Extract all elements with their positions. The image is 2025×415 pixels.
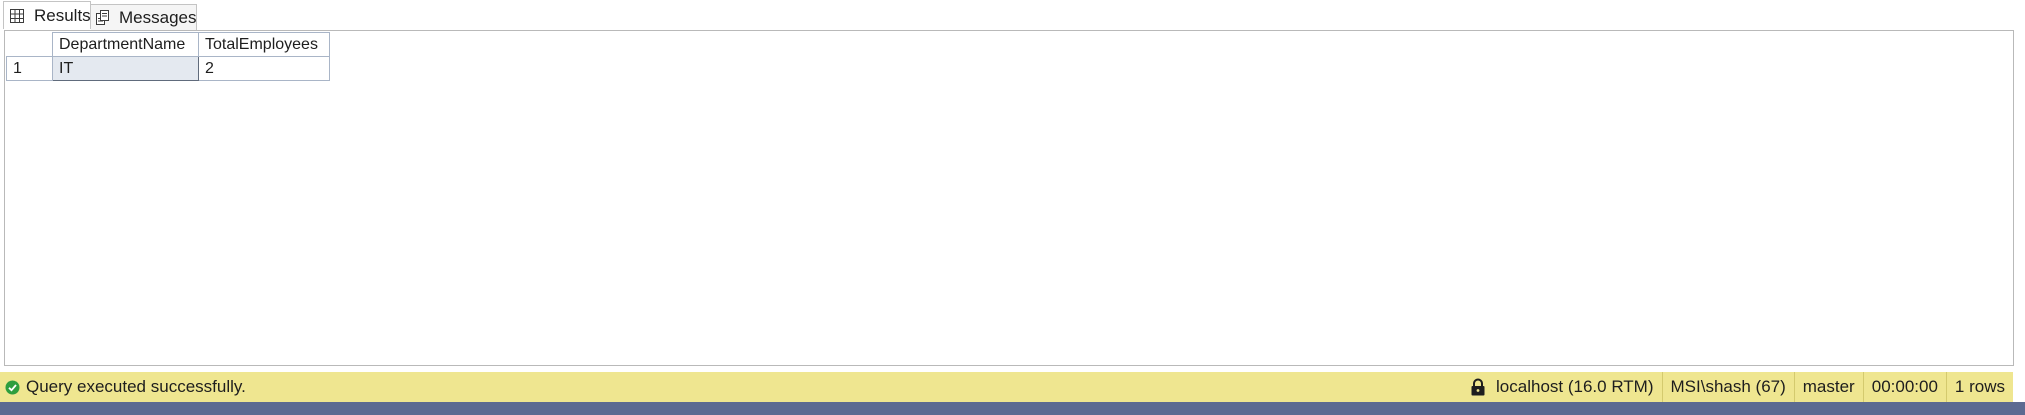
row-number-cell[interactable]: 1 (6, 56, 53, 81)
row-count: 1 rows (1954, 377, 2005, 396)
messages-icon (95, 9, 111, 27)
elapsed-time: 00:00:00 (1871, 377, 1938, 396)
cell-totalemployees[interactable]: 2 (198, 56, 330, 81)
column-header-departmentname[interactable]: DepartmentName (52, 32, 199, 57)
results-tabstrip: Results Messages (0, 0, 2025, 30)
database-name: master (1802, 377, 1855, 396)
lock-icon (1470, 378, 1486, 396)
results-table: DepartmentName TotalEmployees 1 IT 2 (6, 32, 330, 81)
user-segment: MSI\shash (67) (1661, 372, 1794, 402)
server-name: localhost (16.0 RTM) (1496, 377, 1654, 396)
user-name: MSI\shash (67) (1670, 377, 1786, 396)
results-grid[interactable]: DepartmentName TotalEmployees 1 IT 2 (4, 30, 2014, 366)
cell-departmentname[interactable]: IT (52, 56, 199, 81)
grid-corner-cell[interactable] (6, 32, 53, 57)
column-header-totalemployees[interactable]: TotalEmployees (198, 32, 330, 57)
tab-results-label: Results (34, 5, 91, 25)
query-status-bar: Query executed successfully. localhost (… (0, 372, 2013, 402)
elapsed-segment: 00:00:00 (1862, 372, 1946, 402)
status-message: Query executed successfully. (26, 377, 246, 396)
tab-messages[interactable]: Messages (91, 4, 197, 30)
window-bottom-bar (0, 402, 2025, 415)
tab-messages-label: Messages (119, 7, 197, 27)
tab-results[interactable]: Results (3, 1, 91, 29)
table-row: 1 IT 2 (6, 56, 330, 81)
success-check-icon (5, 380, 20, 395)
header-row: DepartmentName TotalEmployees (6, 32, 330, 57)
database-segment: master (1793, 372, 1863, 402)
grid-icon (10, 7, 24, 25)
status-bar-edge (2013, 372, 2025, 402)
server-segment: localhost (16.0 RTM) (1462, 372, 1661, 402)
rowcount-segment: 1 rows (1945, 372, 2013, 402)
